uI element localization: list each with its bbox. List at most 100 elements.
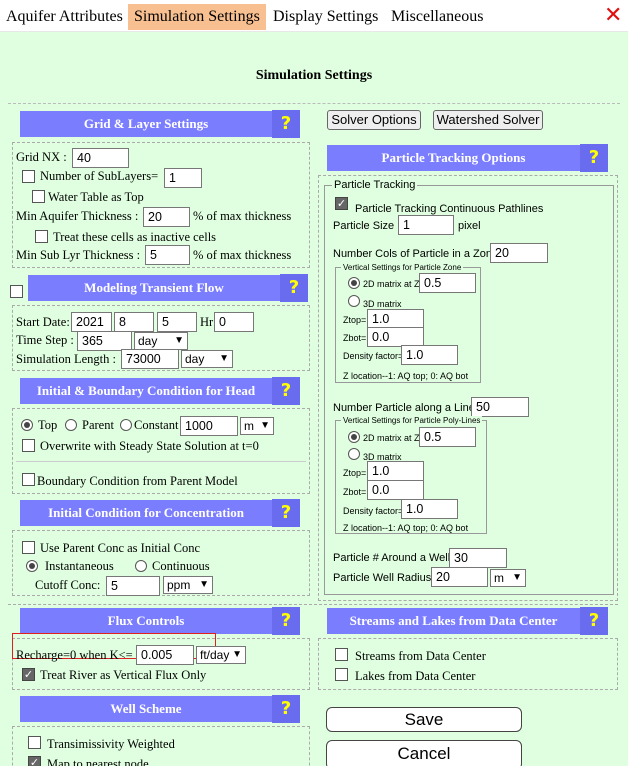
- time-step-unit-select[interactable]: day ▼: [134, 332, 188, 350]
- recharge-input[interactable]: 0.005: [136, 645, 194, 665]
- well-particles-input[interactable]: 30: [449, 548, 507, 568]
- zone-density-input[interactable]: 1.0: [401, 345, 458, 365]
- cutoff-conc-input[interactable]: 5: [106, 576, 160, 596]
- river-vertical-checkbox[interactable]: ✓: [22, 668, 35, 681]
- chevron-down-icon: ▼: [219, 353, 229, 364]
- line-ztop-input[interactable]: 1.0: [367, 461, 424, 481]
- zone-ztop-input[interactable]: 1.0: [367, 309, 424, 329]
- start-month-input[interactable]: 8: [114, 312, 154, 332]
- line-density-input[interactable]: 1.0: [401, 499, 458, 519]
- transmissivity-label: Transimissivity Weighted: [47, 737, 175, 751]
- flux-controls-header: Flux Controls: [20, 608, 272, 634]
- inactive-cells-label: Treat these cells as inactive cells: [53, 230, 217, 244]
- transient-help-icon[interactable]: ?: [280, 274, 308, 302]
- particle-size-label: Particle Size :: [333, 220, 401, 232]
- concentration-header: Initial Condition for Concentration: [20, 500, 272, 526]
- cols-per-zone-label: Number Cols of Particle in a Zone :: [333, 248, 505, 260]
- tab-display-settings[interactable]: Display Settings: [267, 4, 384, 30]
- close-icon[interactable]: ✕: [604, 3, 622, 29]
- line-3d-radio[interactable]: [348, 448, 360, 460]
- overwrite-steady-label: Overwrite with Steady State Solution at …: [40, 439, 259, 453]
- streams-help-icon[interactable]: ?: [580, 607, 608, 635]
- well-scheme-header: Well Scheme: [20, 696, 272, 722]
- particles-line-input[interactable]: 50: [471, 397, 529, 417]
- overwrite-steady-checkbox[interactable]: [22, 439, 35, 452]
- sublayers-label: Number of SubLayers=: [40, 169, 159, 183]
- start-hour-input[interactable]: 0: [214, 312, 254, 332]
- head-parent-radio[interactable]: [65, 419, 77, 431]
- tab-simulation-settings[interactable]: Simulation Settings: [128, 4, 266, 30]
- sublayers-input[interactable]: 1: [164, 168, 202, 188]
- line-zloc-note: Z location--1: AQ top; 0: AQ bot: [343, 523, 469, 533]
- particle-help-icon[interactable]: ?: [580, 144, 608, 172]
- recharge-unit-select[interactable]: ft/day ▼: [196, 646, 246, 664]
- use-parent-conc-label: Use Parent Conc as Initial Conc: [40, 541, 201, 555]
- head-condition-header: Initial & Boundary Condition for Head: [20, 378, 272, 404]
- head-unit-value: m: [244, 419, 254, 433]
- use-parent-conc-checkbox[interactable]: [22, 541, 35, 554]
- streams-checkbox[interactable]: [335, 648, 348, 661]
- well-radius-unit-select[interactable]: m ▼: [490, 569, 526, 587]
- instantaneous-radio[interactable]: [26, 560, 38, 572]
- cancel-button[interactable]: Cancel: [326, 740, 522, 766]
- head-top-label: Top: [38, 418, 58, 432]
- water-table-label: Water Table as Top: [48, 190, 144, 204]
- boundary-parent-checkbox[interactable]: [22, 473, 35, 486]
- lakes-checkbox[interactable]: [335, 668, 348, 681]
- cols-per-zone-input[interactable]: 20: [490, 243, 548, 263]
- chevron-down-icon: ▼: [174, 335, 184, 346]
- start-date-label: Start Date:: [16, 315, 70, 329]
- tab-bar: Aquifer Attributes Simulation Settings D…: [0, 0, 628, 32]
- zone-3d-label: 3D matrix: [363, 299, 402, 309]
- head-top-radio[interactable]: [21, 419, 33, 431]
- streams-lakes-header: Streams and Lakes from Data Center: [327, 608, 580, 634]
- head-constant-input[interactable]: 1000: [180, 416, 238, 436]
- well-radius-input[interactable]: 20: [431, 567, 488, 587]
- min-thickness-unit: % of max thickness: [193, 209, 292, 223]
- min-sub-thickness-input[interactable]: 5: [145, 245, 190, 265]
- well-help-icon[interactable]: ?: [272, 695, 300, 723]
- time-step-input[interactable]: 365: [77, 331, 132, 351]
- zone-2d-input[interactable]: 0.5: [419, 273, 476, 293]
- grid-nx-input[interactable]: 40: [72, 148, 129, 168]
- zone-2d-label: 2D matrix at Z=: [363, 279, 425, 289]
- min-thickness-label: Min Aquifer Thickness :: [16, 209, 139, 223]
- head-constant-radio[interactable]: [120, 419, 132, 431]
- sublayers-checkbox[interactable]: [22, 170, 35, 183]
- head-unit-select[interactable]: m ▼: [240, 417, 274, 435]
- head-help-icon[interactable]: ?: [272, 377, 300, 405]
- time-step-label: Time Step :: [16, 333, 74, 347]
- sim-length-input[interactable]: 73000: [121, 349, 179, 369]
- zone-2d-radio[interactable]: [348, 277, 360, 289]
- save-button[interactable]: Save: [326, 707, 522, 732]
- tab-miscellaneous[interactable]: Miscellaneous: [385, 4, 489, 30]
- water-table-checkbox[interactable]: [32, 190, 45, 203]
- grid-help-icon[interactable]: ?: [272, 110, 300, 138]
- sim-length-unit-select[interactable]: day ▼: [181, 350, 233, 368]
- continuous-pathlines-checkbox[interactable]: ✓: [335, 197, 348, 210]
- continuous-radio[interactable]: [135, 560, 147, 572]
- min-thickness-input[interactable]: 20: [143, 207, 190, 227]
- continuous-pathlines-label: Particle Tracking Continuous Pathlines: [355, 203, 544, 215]
- solver-options-button[interactable]: Solver Options: [327, 110, 421, 130]
- watershed-solver-button[interactable]: Watershed Solver: [433, 110, 543, 130]
- cutoff-unit-value: ppm: [167, 578, 191, 592]
- start-day-input[interactable]: 5: [157, 312, 197, 332]
- concentration-help-icon[interactable]: ?: [272, 499, 300, 527]
- zone-3d-radio[interactable]: [348, 295, 360, 307]
- transmissivity-checkbox[interactable]: [28, 736, 41, 749]
- particle-size-input[interactable]: 1: [398, 215, 454, 235]
- inactive-cells-checkbox[interactable]: [35, 230, 48, 243]
- zone-zbot-input[interactable]: 0.0: [367, 327, 424, 347]
- map-nearest-checkbox[interactable]: ✓: [28, 756, 41, 766]
- line-zbot-input[interactable]: 0.0: [367, 480, 424, 500]
- line-2d-radio[interactable]: [348, 431, 360, 443]
- cutoff-unit-select[interactable]: ppm ▼: [163, 576, 213, 594]
- tab-aquifer-attributes[interactable]: Aquifer Attributes: [0, 4, 129, 30]
- boundary-parent-label: Boundary Condition from Parent Model: [37, 474, 238, 488]
- transient-flow-checkbox[interactable]: [10, 285, 23, 298]
- line-2d-input[interactable]: 0.5: [419, 427, 476, 447]
- grid-layer-header: Grid & Layer Settings: [20, 111, 272, 137]
- flux-help-icon[interactable]: ?: [272, 607, 300, 635]
- start-year-input[interactable]: 2021: [71, 312, 112, 332]
